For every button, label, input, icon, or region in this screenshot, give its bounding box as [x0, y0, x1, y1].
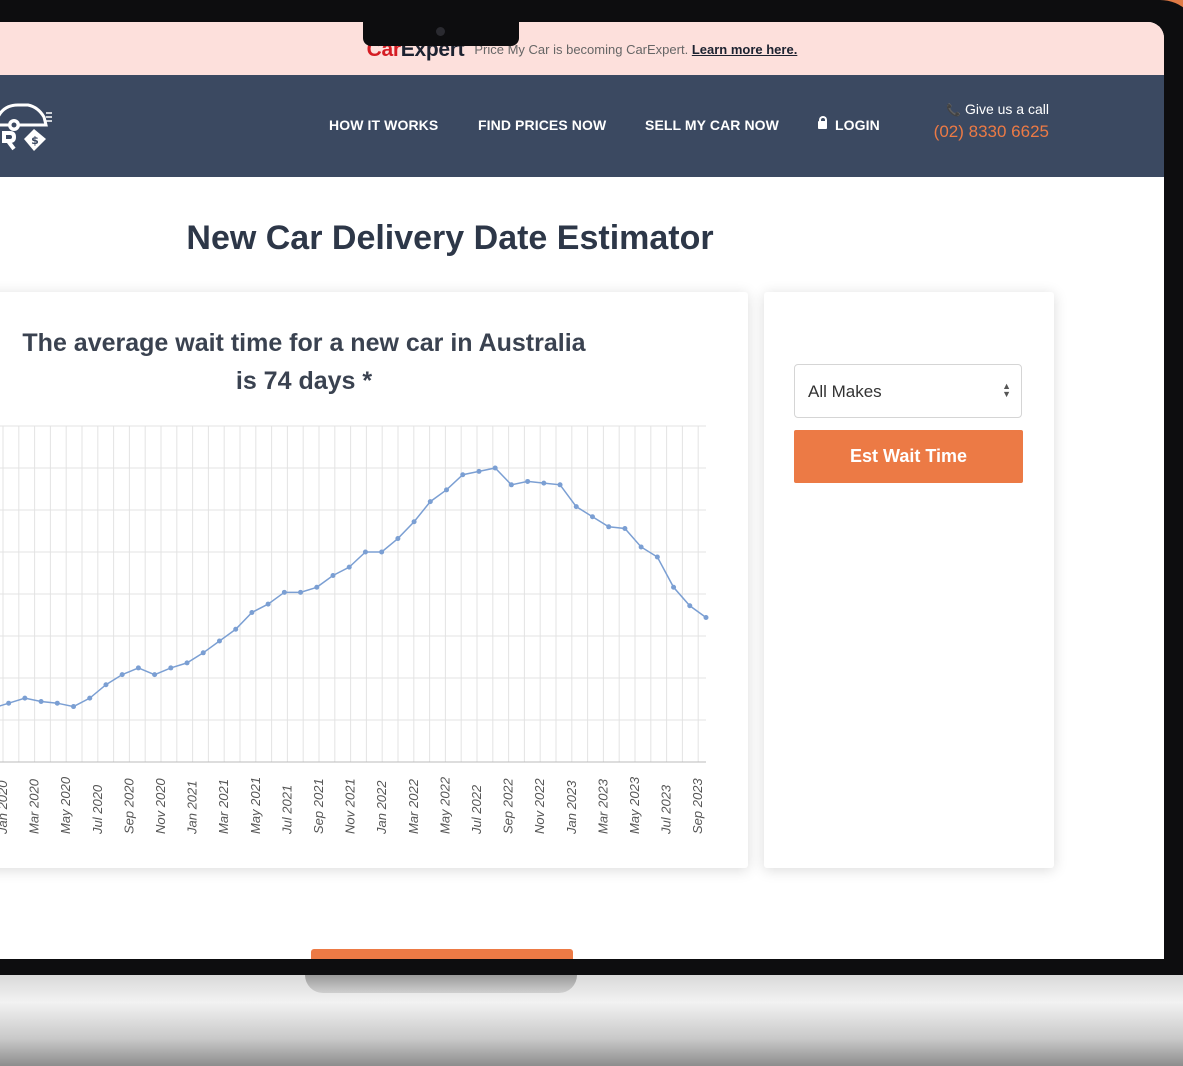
learn-more-link[interactable]: Learn more here. [692, 42, 798, 57]
chart-data-point [249, 609, 255, 615]
main-nav: $ HOW IT WORKS FIND PRICES NOW SELL MY C… [0, 75, 1164, 177]
chart-data-point [638, 544, 644, 550]
chart-data-point [573, 504, 579, 510]
chart-x-tick-label: Nov 2022 [532, 778, 547, 834]
nav-login[interactable]: LOGIN [818, 116, 880, 133]
chart-x-tick-label: Nov 2020 [153, 778, 168, 834]
chart-data-point [460, 472, 466, 478]
call-block[interactable]: 📞 Give us a call (02) 8330 6625 [924, 101, 1049, 142]
chart-x-tick-label: May 2022 [437, 776, 452, 834]
chart-x-tick-label: Mar 2022 [406, 778, 421, 834]
chart-x-tick-label: May 2023 [627, 776, 642, 834]
chart-data-point [233, 626, 239, 632]
chart-data-point [298, 589, 304, 595]
chart-data-point [476, 468, 482, 474]
chart-x-tick-label: Sep 2023 [690, 778, 705, 834]
chart-data-point [541, 480, 547, 486]
chart-data-point [411, 519, 417, 525]
chart-x-tick-label: Mar 2021 [216, 779, 231, 834]
estimator-side-card: All Makes ▲ ▼ Est Wait Time [764, 292, 1054, 868]
chart-data-point [281, 589, 287, 595]
select-arrows-icon: ▲ ▼ [1002, 381, 1011, 399]
chart-data-point [22, 695, 28, 701]
chart-x-tick-label: Jul 2021 [279, 785, 294, 835]
make-select-value: All Makes [808, 382, 882, 401]
wait-time-chart-card: The average wait time for a new car in A… [0, 292, 748, 868]
chart-x-tick-label: Jul 2020 [90, 784, 105, 835]
bottom-cta-button[interactable] [311, 949, 573, 959]
chart-x-tick-label: Sep 2021 [311, 778, 326, 834]
chart-data-point [654, 554, 660, 560]
lock-icon [818, 116, 827, 130]
chart-data-point [492, 465, 498, 471]
nav-find-prices-now[interactable]: FIND PRICES NOW [478, 117, 606, 133]
page-title: New Car Delivery Date Estimator [186, 219, 714, 257]
chart-data-point [87, 695, 93, 701]
chart-data-point [589, 514, 595, 520]
chart-x-tick-label: Jan 2021 [185, 781, 200, 836]
chart-data-point [525, 478, 531, 484]
chart-data-point [71, 704, 77, 710]
chart-data-point [379, 549, 385, 555]
chart-x-tick-label: Sep 2020 [121, 778, 136, 834]
chart-data-point [444, 487, 450, 493]
chart-x-tick-label: Jan 2023 [564, 780, 579, 835]
chart-data-point [168, 665, 174, 671]
camera-icon [436, 27, 445, 36]
camera-notch [363, 20, 519, 46]
chart-data-point [103, 682, 109, 688]
make-select[interactable]: All Makes ▲ ▼ [794, 364, 1022, 418]
chart-data-point [687, 603, 693, 609]
chart-data-point [6, 700, 12, 706]
phone-number[interactable]: (02) 8330 6625 [924, 122, 1049, 142]
chart-x-tick-label: Jan 2020 [0, 780, 10, 835]
chart-data-point [135, 665, 141, 671]
chart-x-tick-label: Mar 2023 [595, 778, 610, 834]
chart-x-tick-label: Mar 2020 [27, 778, 42, 834]
est-wait-time-button[interactable]: Est Wait Time [794, 430, 1023, 483]
chart-x-tick-label: Nov 2021 [343, 778, 358, 834]
chart-data-point [216, 638, 222, 644]
notification-banner: CarExpert Price My Car is becoming CarExp… [0, 22, 1164, 75]
chart-data-point [119, 672, 125, 678]
browser-screen: CarExpert Price My Car is becoming CarExp… [0, 22, 1164, 959]
chart-data-point [395, 536, 401, 542]
nav-sell-my-car-now[interactable]: SELL MY CAR NOW [645, 117, 779, 133]
chart-x-tick-label: May 2020 [58, 776, 73, 834]
phone-icon: 📞 [946, 103, 961, 117]
chart-data-point [346, 564, 352, 570]
chart-data-point [265, 601, 271, 607]
chart-data-point [606, 524, 612, 530]
chart-x-tick-label: May 2021 [248, 777, 263, 834]
svg-text:$: $ [31, 134, 39, 147]
chart-x-tick-label: Jul 2023 [659, 784, 674, 835]
chart-data-point [557, 482, 563, 488]
chart-data-point [314, 584, 320, 590]
chart-data-point [362, 549, 368, 555]
chart-data-point [200, 650, 206, 656]
chart-data-point [508, 482, 514, 488]
wait-time-line-chart: Jan 2020 Mar 2020 May 2020 Jul 2020 Sep 2020… [0, 425, 709, 836]
chart-data-point [184, 660, 190, 666]
chart-data-point [671, 584, 677, 590]
chart-data-point [622, 525, 628, 531]
chart-data-point [703, 615, 709, 621]
chart-x-tick-label: Sep 2022 [501, 778, 516, 834]
chart-data-point [427, 499, 433, 505]
chart-data-point [152, 672, 158, 678]
chart-data-point [54, 700, 60, 706]
chart-x-tick-label: Jan 2022 [374, 780, 389, 835]
chart-data-point [38, 699, 44, 705]
chart-x-tick-label: Jul 2022 [469, 784, 484, 835]
nav-how-it-works[interactable]: HOW IT WORKS [329, 117, 438, 133]
laptop-base [0, 975, 1183, 1066]
car-price-tag-logo-icon[interactable]: $ [0, 95, 54, 155]
laptop-hinge-notch [305, 975, 577, 993]
chart-data-point [330, 573, 336, 579]
